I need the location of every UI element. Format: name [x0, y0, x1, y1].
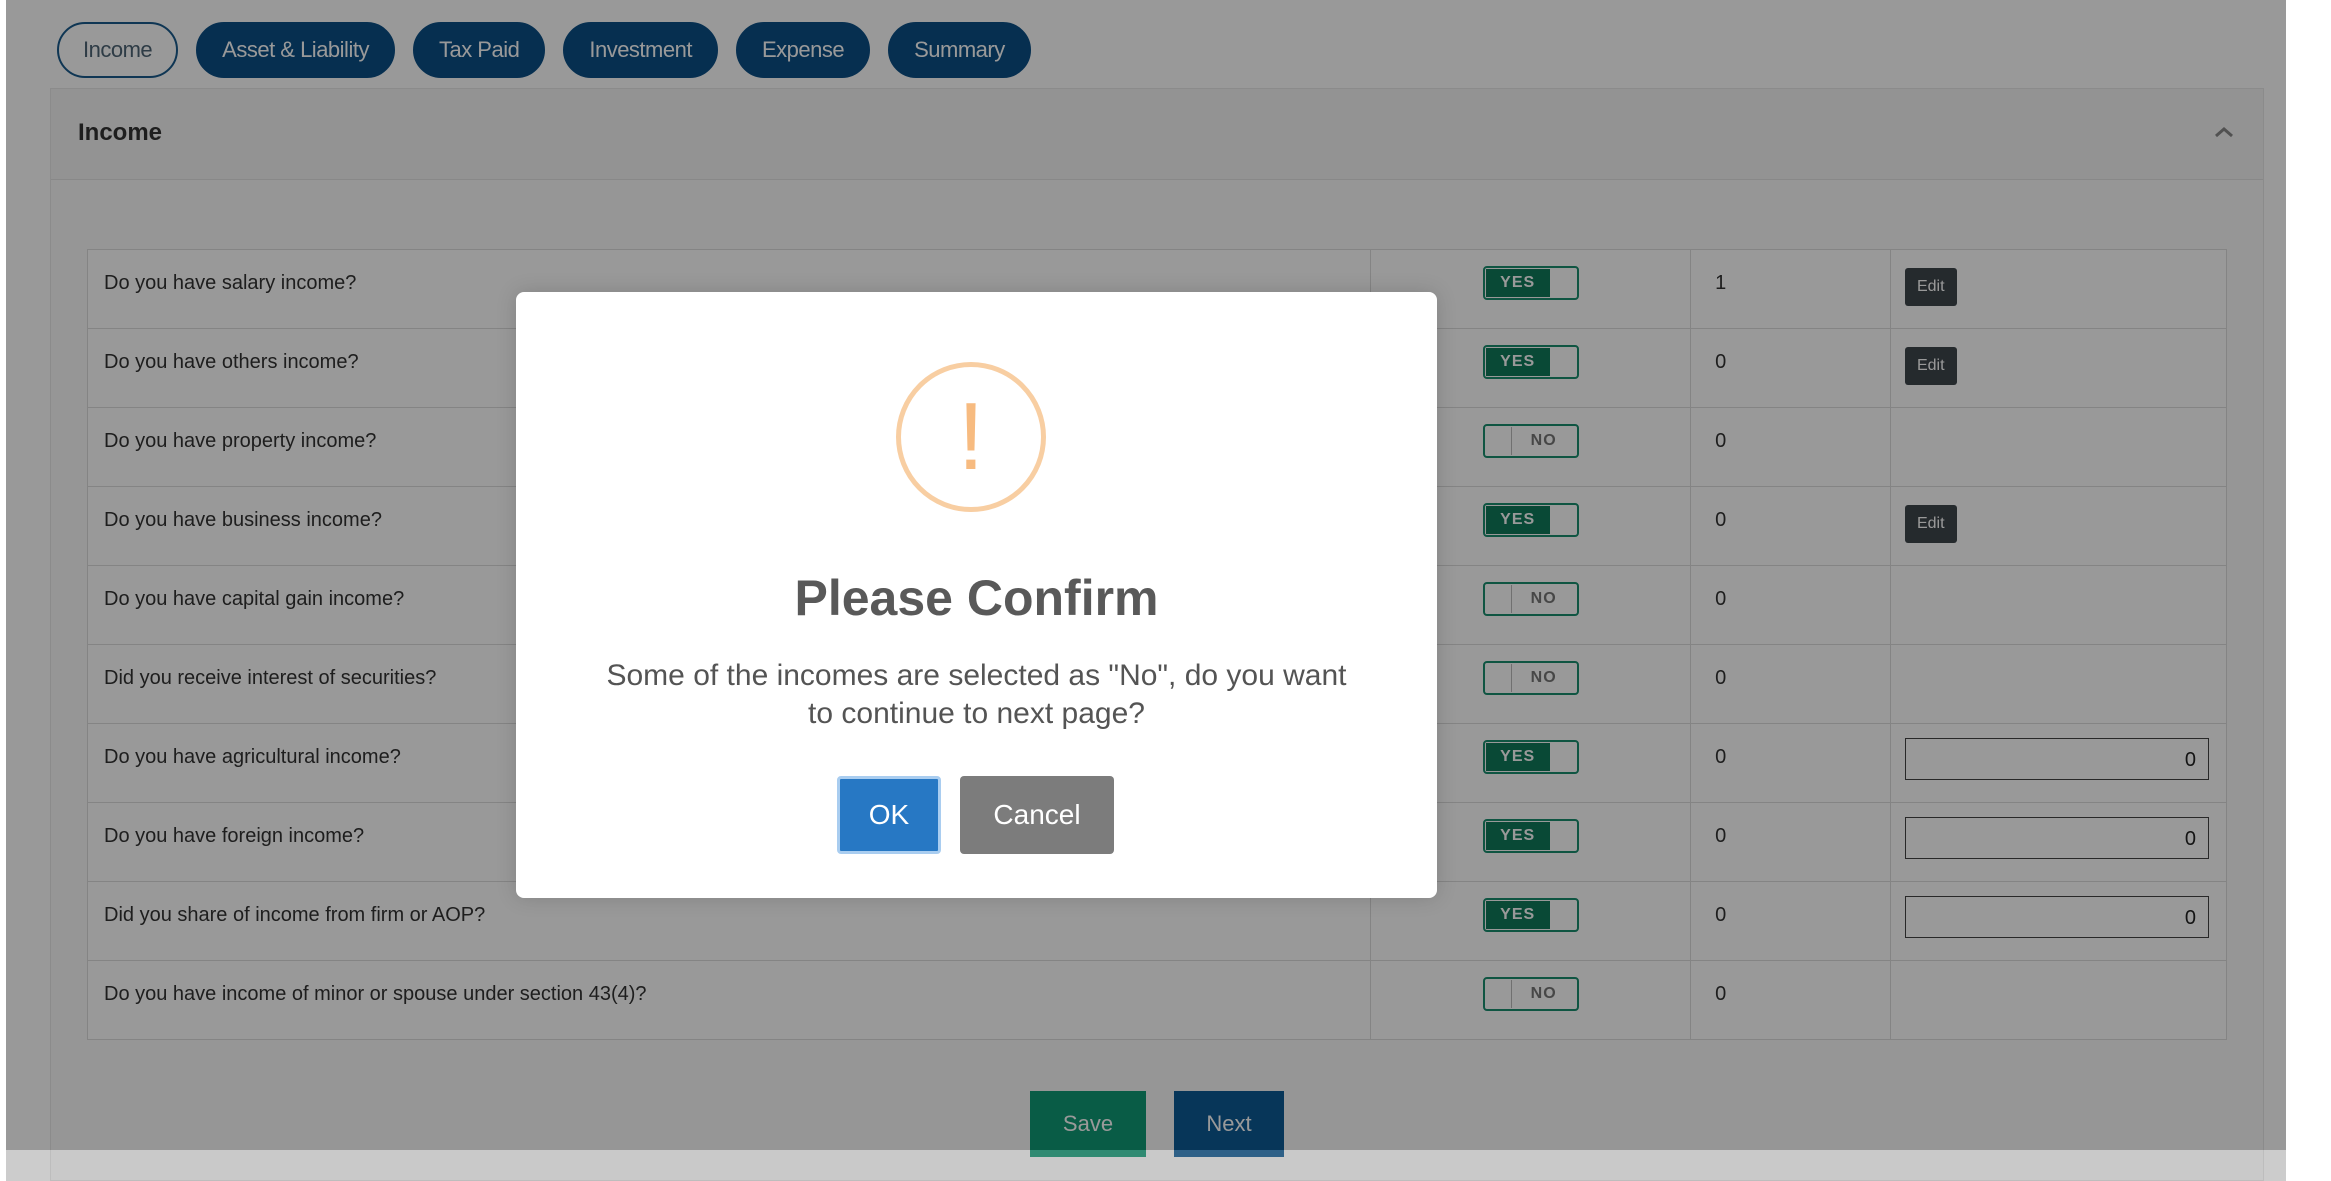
confirm-dialog: ! Please Confirm Some of the incomes are…: [516, 292, 1437, 898]
dialog-title: Please Confirm: [794, 570, 1159, 626]
modal-backdrop-footer: [6, 1150, 2286, 1181]
dialog-message: Some of the incomes are selected as "No"…: [606, 659, 1347, 730]
ok-button[interactable]: OK: [837, 776, 941, 854]
exclamation-icon: !: [896, 362, 1046, 512]
cancel-button[interactable]: Cancel: [960, 776, 1114, 854]
